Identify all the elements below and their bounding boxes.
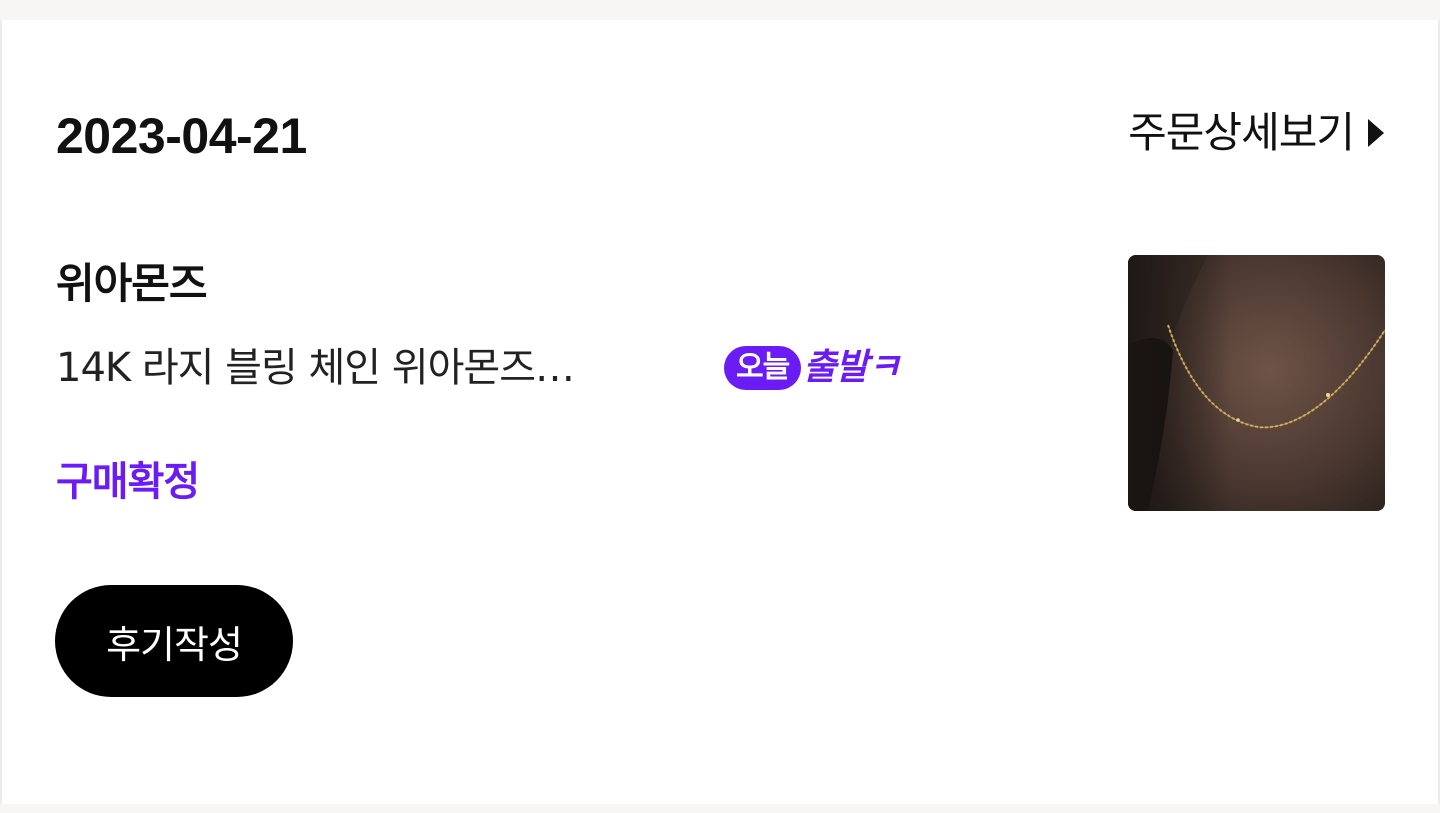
order-date: 2023-04-21 — [56, 108, 307, 164]
product-name[interactable]: 14K 라지 블링 체인 위아몬즈… — [56, 340, 686, 396]
top-divider-band — [0, 0, 1440, 20]
order-detail-label: 주문상세보기 — [1128, 108, 1355, 157]
seller-name[interactable]: 위아몬즈 — [56, 256, 208, 312]
card-left-edge — [0, 20, 2, 804]
today-departure-badge: 오늘 출발ㅋ — [724, 344, 901, 392]
order-status: 구매확정 — [56, 459, 200, 505]
chevron-right-icon — [1368, 119, 1384, 147]
order-card-page: 2023-04-21 주문상세보기 위아몬즈 14K 라지 블링 체인 위아몬즈… — [0, 0, 1440, 813]
badge-pill: 오늘 — [724, 346, 802, 390]
write-review-button[interactable]: 후기작성 — [55, 585, 293, 697]
necklace-photo — [1128, 255, 1385, 511]
product-thumbnail[interactable] — [1128, 255, 1385, 511]
badge-text: 출발ㅋ — [803, 347, 900, 388]
bottom-divider-band — [0, 804, 1440, 813]
order-detail-link[interactable]: 주문상세보기 — [1128, 103, 1384, 163]
